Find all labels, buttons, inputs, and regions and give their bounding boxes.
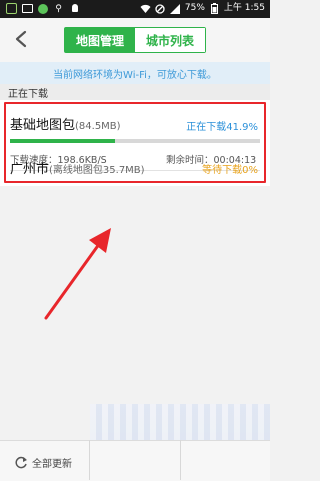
bottom-divider: [180, 440, 181, 480]
bottom-bar: 全部更新: [0, 440, 270, 481]
update-all-button[interactable]: 全部更新: [14, 455, 72, 470]
refresh-icon: [15, 456, 27, 468]
bottom-divider: [89, 440, 90, 480]
update-all-label: 全部更新: [32, 459, 72, 470]
